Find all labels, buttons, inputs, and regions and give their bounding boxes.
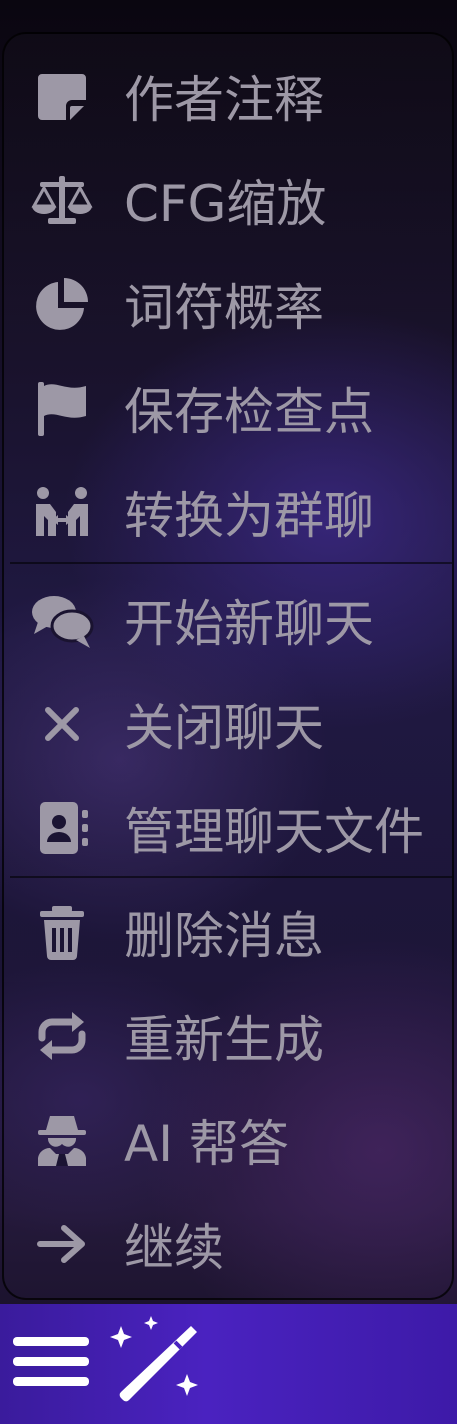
menu-item-label: 开始新聊天 (124, 595, 374, 653)
menu-item-label: 关闭聊天 (124, 699, 324, 757)
menu-item-regenerate[interactable]: 重新生成 (4, 984, 452, 1088)
menu-item-token-probabilities[interactable]: 词符概率 (4, 252, 452, 356)
address-book-icon (24, 790, 100, 866)
menu-item-label: AI 帮答 (124, 1115, 289, 1173)
menu-item-label: 继续 (124, 1219, 224, 1277)
menu-item-close-chat[interactable]: 关闭聊天 (4, 672, 452, 776)
comments-icon (24, 582, 100, 658)
magic-wand-button[interactable] (104, 1312, 214, 1416)
options-menu: 作者注释 CFG缩放 词符概率 保存检查点 转换为群聊 开始新聊天 关闭聊天 管… (2, 32, 454, 1300)
menu-item-label: 词符概率 (124, 279, 324, 337)
repeat-icon (24, 998, 100, 1074)
menu-item-delete-messages[interactable]: 删除消息 (4, 880, 452, 984)
menu-item-label: 作者注释 (124, 71, 324, 129)
trash-icon (24, 894, 100, 970)
menu-divider (10, 562, 452, 564)
sticky-note-icon (24, 58, 100, 134)
user-secret-icon (24, 1102, 100, 1178)
menu-item-ai-impersonate[interactable]: AI 帮答 (4, 1088, 452, 1192)
menu-item-label: 转换为群聊 (124, 487, 374, 545)
arrow-right-icon (24, 1206, 100, 1282)
menu-item-convert-to-group[interactable]: 转换为群聊 (4, 460, 452, 564)
menu-item-author-note[interactable]: 作者注释 (4, 44, 452, 148)
menu-item-label: 管理聊天文件 (124, 803, 424, 861)
scale-balanced-icon (24, 162, 100, 238)
magic-wand-icon (107, 1312, 211, 1416)
menu-item-label: 删除消息 (124, 907, 324, 965)
close-icon (24, 686, 100, 762)
menu-item-cfg-scale[interactable]: CFG缩放 (4, 148, 452, 252)
menu-item-start-new-chat[interactable]: 开始新聊天 (4, 568, 452, 672)
flag-icon (24, 370, 100, 446)
options-menu-button[interactable] (8, 1318, 94, 1410)
bottom-toolbar (0, 1304, 457, 1424)
menu-item-label: 重新生成 (124, 1011, 324, 1069)
menu-item-label: 保存检查点 (124, 383, 374, 441)
people-arrows-icon (24, 474, 100, 550)
menu-item-continue[interactable]: 继续 (4, 1192, 452, 1296)
hamburger-menu-icon (11, 1327, 91, 1401)
menu-divider (10, 876, 452, 878)
pie-chart-icon (24, 266, 100, 342)
page: 作者注释 CFG缩放 词符概率 保存检查点 转换为群聊 开始新聊天 关闭聊天 管… (0, 0, 457, 1424)
menu-item-save-checkpoint[interactable]: 保存检查点 (4, 356, 452, 460)
menu-item-label: CFG缩放 (124, 175, 327, 233)
menu-item-manage-chat-files[interactable]: 管理聊天文件 (4, 776, 452, 880)
